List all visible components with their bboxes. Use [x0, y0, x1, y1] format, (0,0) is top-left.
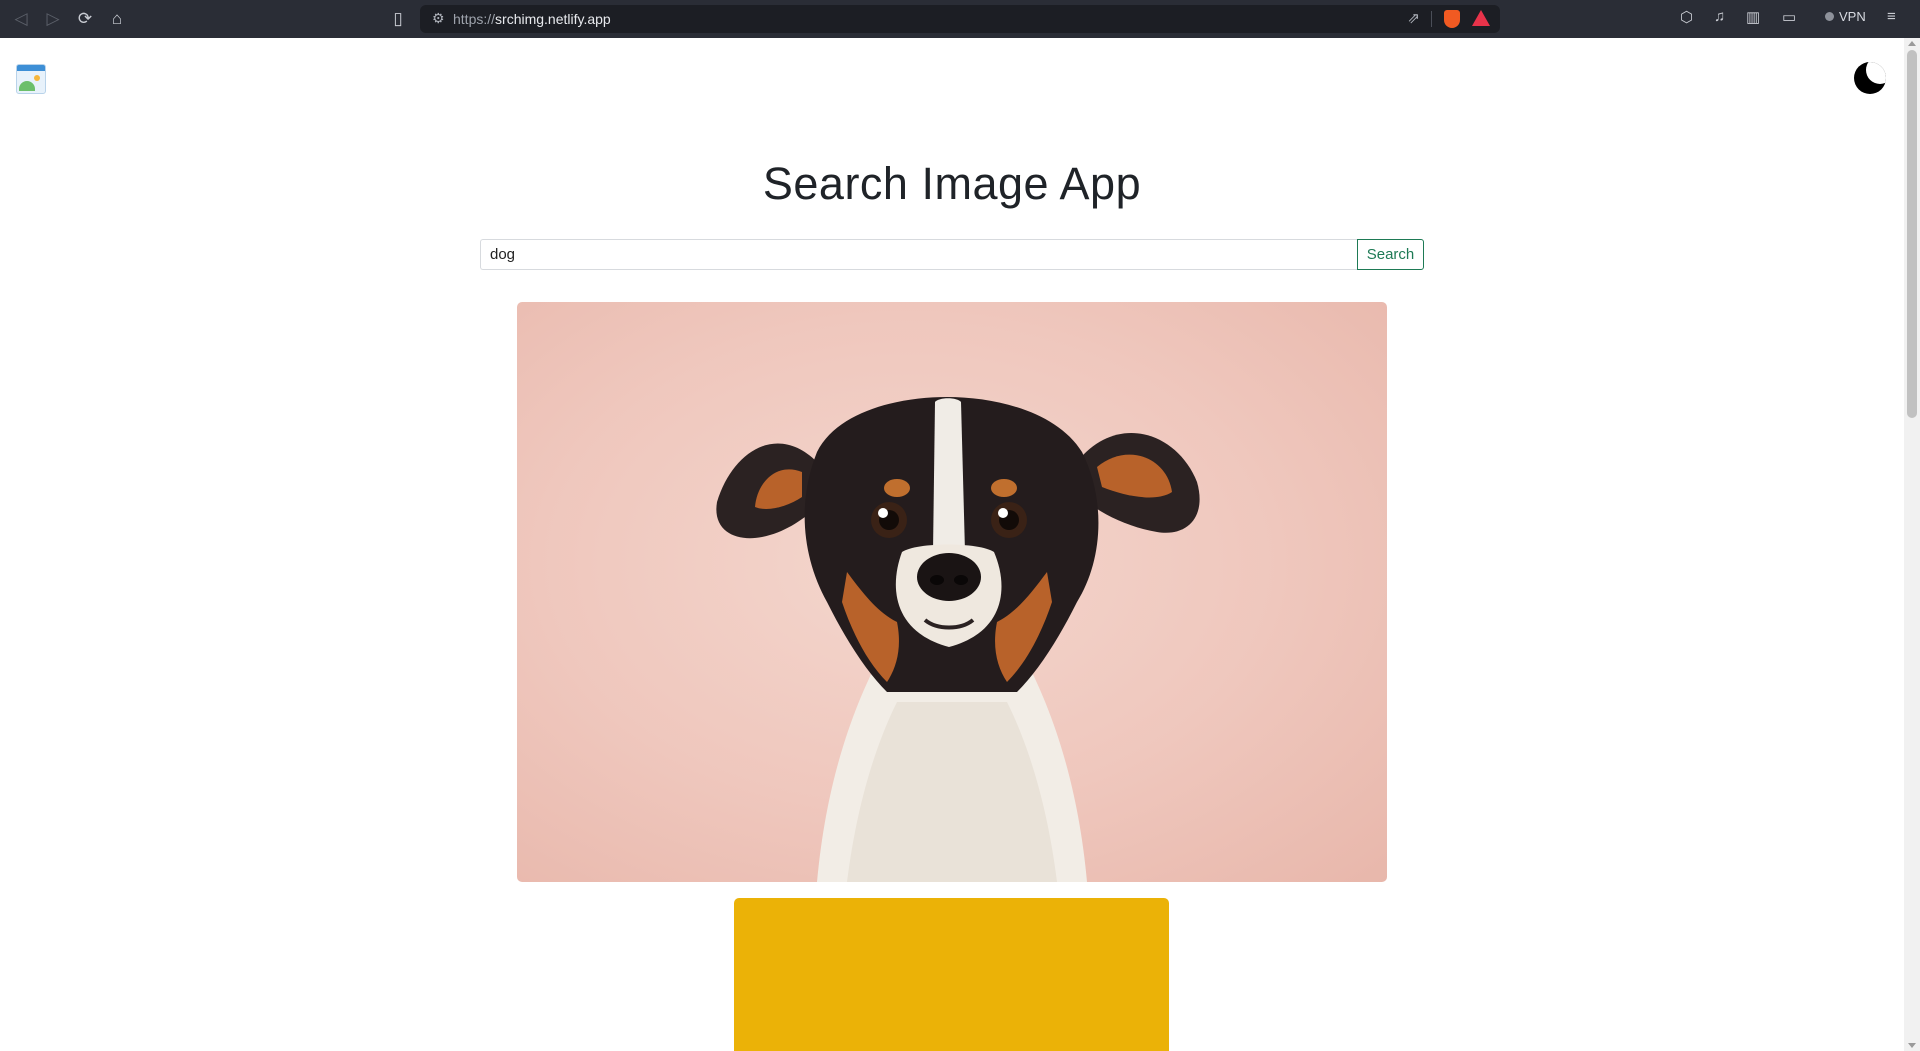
bookmark-icon[interactable]: ▯: [386, 7, 410, 31]
reload-icon[interactable]: ⟳: [73, 7, 97, 31]
search-input[interactable]: [480, 239, 1358, 270]
dog-icon: [716, 397, 1200, 882]
image-search-logo-icon[interactable]: [16, 64, 46, 94]
moon-icon[interactable]: [1854, 62, 1886, 94]
media-icon[interactable]: ♫: [1714, 8, 1725, 25]
sidebar-icon[interactable]: ▥: [1746, 8, 1760, 26]
page: Search Image App Search: [0, 38, 1904, 1051]
browser-toolbar: ◁ ▷ ⟳ ⌂ ▯ ⚙ https://srchimg.netlify.app …: [0, 0, 1920, 38]
scrollbar[interactable]: [1904, 38, 1920, 1051]
logo-sun: [34, 75, 40, 81]
scrollbar-thumb[interactable]: [1907, 50, 1917, 418]
brave-shields-icon[interactable]: [1444, 10, 1460, 28]
site-settings-icon[interactable]: ⚙: [432, 10, 445, 27]
home-icon[interactable]: ⌂: [105, 7, 129, 31]
address-bar[interactable]: ⚙ https://srchimg.netlify.app ⇗: [420, 5, 1500, 33]
extensions-icon[interactable]: ⬡: [1680, 8, 1693, 26]
divider: [1431, 11, 1432, 27]
vpn-status-icon: [1825, 12, 1834, 21]
scroll-up-icon[interactable]: [1908, 41, 1916, 46]
back-icon[interactable]: ◁: [9, 7, 33, 31]
brave-rewards-icon[interactable]: [1472, 10, 1490, 26]
forward-icon[interactable]: ▷: [41, 7, 65, 31]
result-image[interactable]: [734, 898, 1169, 1051]
url-text: https://srchimg.netlify.app: [453, 11, 611, 27]
logo-hill: [19, 81, 35, 91]
search-form: Search: [480, 239, 1424, 270]
page-title: Search Image App: [762, 158, 1142, 209]
vpn-button[interactable]: VPN: [1825, 9, 1866, 24]
share-icon[interactable]: ⇗: [1407, 9, 1420, 27]
search-button[interactable]: Search: [1357, 239, 1424, 270]
menu-icon[interactable]: ≡: [1887, 8, 1896, 25]
wallet-icon[interactable]: ▭: [1782, 8, 1796, 26]
scroll-down-icon[interactable]: [1908, 1043, 1916, 1048]
result-image-dog[interactable]: [517, 302, 1387, 882]
vpn-label: VPN: [1839, 9, 1866, 24]
